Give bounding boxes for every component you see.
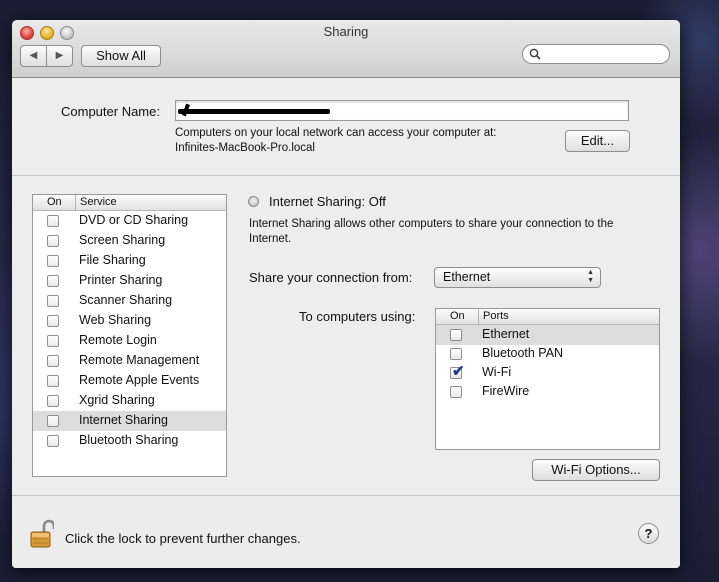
forward-arrow-icon: ▶ (55, 50, 64, 61)
service-label: Bluetooth Sharing (79, 433, 179, 447)
service-label: Printer Sharing (79, 273, 163, 287)
service-label: Internet Sharing (79, 413, 168, 427)
service-row[interactable]: Remote Apple Events (33, 371, 226, 391)
share-from-label: Share your connection from: (249, 270, 413, 285)
port-label: Bluetooth PAN (482, 346, 564, 360)
ports-list[interactable]: On Ports Ethernet Bluetooth PAN ✔ Wi-Fi Fire… (435, 308, 660, 450)
window-title: Sharing (323, 24, 369, 39)
service-row[interactable]: Internet Sharing (33, 411, 226, 431)
sharing-description: Internet Sharing allows other computers … (249, 218, 614, 230)
lock-open-icon (30, 519, 56, 548)
share-from-popup[interactable]: Ethernet ▲ ▼ (434, 267, 601, 288)
computer-name-label: Computer Name: (61, 104, 160, 119)
services-list[interactable]: On Service DVD or CD Sharing Screen Shari… (32, 194, 227, 477)
show-all-button[interactable]: Show All (81, 45, 161, 67)
port-row[interactable]: Ethernet (436, 325, 659, 345)
port-row[interactable]: FireWire (436, 382, 659, 402)
service-checkbox[interactable] (47, 415, 59, 427)
service-checkbox[interactable] (47, 395, 59, 407)
section-divider (12, 175, 680, 176)
sharing-description-cont: Internet. (249, 233, 292, 245)
service-label: Remote Login (79, 333, 157, 347)
port-checkbox[interactable] (450, 348, 462, 360)
ports-header-on: On (450, 310, 465, 322)
service-label: Xgrid Sharing (79, 393, 155, 407)
redaction-mark (178, 109, 330, 114)
header-separator (75, 195, 76, 210)
service-label: DVD or CD Sharing (79, 213, 189, 227)
service-checkbox[interactable] (47, 335, 59, 347)
service-row[interactable]: Printer Sharing (33, 271, 226, 291)
port-checkbox[interactable] (450, 386, 462, 398)
service-checkbox[interactable] (47, 315, 59, 327)
search-field[interactable] (522, 44, 670, 64)
network-address-info: Computers on your local network can acce… (175, 127, 497, 139)
toolbar: Sharing ◀ ▶ Show All (12, 20, 680, 78)
service-label: Remote Management (79, 353, 200, 367)
computer-name-field[interactable] (175, 100, 629, 121)
popup-arrows-icon: ▲ ▼ (587, 269, 594, 284)
port-label: Wi-Fi (482, 365, 512, 379)
service-row[interactable]: DVD or CD Sharing (33, 211, 226, 231)
service-row[interactable]: File Sharing (33, 251, 226, 271)
sharing-window: Sharing ◀ ▶ Show All Computer Name: Comp… (12, 20, 680, 568)
header-service: Service (80, 196, 117, 208)
back-arrow-icon: ◀ (29, 50, 38, 61)
ports-list-header: On Ports (436, 309, 659, 325)
forward-button[interactable]: ▶ (46, 45, 73, 67)
help-icon: ? (644, 526, 653, 541)
help-button[interactable]: ? (638, 523, 659, 544)
service-checkbox[interactable] (47, 215, 59, 227)
service-row[interactable]: Remote Management (33, 351, 226, 371)
search-icon (529, 48, 541, 60)
to-computers-label: To computers using: (299, 309, 416, 324)
port-checkbox[interactable] (450, 329, 462, 341)
back-button[interactable]: ◀ (20, 45, 47, 67)
service-row[interactable]: Bluetooth Sharing (33, 431, 226, 451)
lock-text: Click the lock to prevent further change… (65, 531, 301, 546)
port-row[interactable]: ✔ Wi-Fi (436, 363, 659, 383)
wifi-options-button[interactable]: Wi-Fi Options... (532, 459, 660, 481)
network-address: Infinites-MacBook-Pro.local (175, 142, 315, 154)
service-row[interactable]: Screen Sharing (33, 231, 226, 251)
service-checkbox[interactable] (47, 255, 59, 267)
service-label: File Sharing (79, 253, 146, 267)
edit-button[interactable]: Edit... (565, 130, 630, 152)
service-checkbox[interactable] (47, 275, 59, 287)
port-row[interactable]: Bluetooth PAN (436, 344, 659, 364)
service-row[interactable]: Web Sharing (33, 311, 226, 331)
service-row[interactable]: Xgrid Sharing (33, 391, 226, 411)
back-forward-control: ◀ ▶ (20, 45, 74, 67)
service-label: Scanner Sharing (79, 293, 173, 307)
service-row[interactable]: Remote Login (33, 331, 226, 351)
service-checkbox[interactable] (47, 295, 59, 307)
port-label: Ethernet (482, 327, 530, 341)
services-list-header: On Service (33, 195, 226, 211)
header-on: On (47, 196, 62, 208)
service-label: Remote Apple Events (79, 373, 200, 387)
port-label: FireWire (482, 384, 530, 398)
checkmark-icon: ✔ (452, 363, 465, 380)
lock-button[interactable] (30, 519, 56, 552)
sharing-status: Internet Sharing: Off (269, 194, 386, 209)
service-checkbox[interactable] (47, 375, 59, 387)
header-separator (478, 309, 479, 324)
service-label: Screen Sharing (79, 233, 166, 247)
service-row[interactable]: Scanner Sharing (33, 291, 226, 311)
share-from-value: Ethernet (443, 270, 491, 284)
service-label: Web Sharing (79, 313, 152, 327)
ports-header-ports: Ports (483, 310, 509, 322)
service-checkbox[interactable] (47, 355, 59, 367)
status-indicator-icon (248, 196, 259, 207)
service-checkbox[interactable] (47, 235, 59, 247)
port-checkbox[interactable]: ✔ (450, 363, 465, 380)
service-checkbox[interactable] (47, 435, 59, 447)
